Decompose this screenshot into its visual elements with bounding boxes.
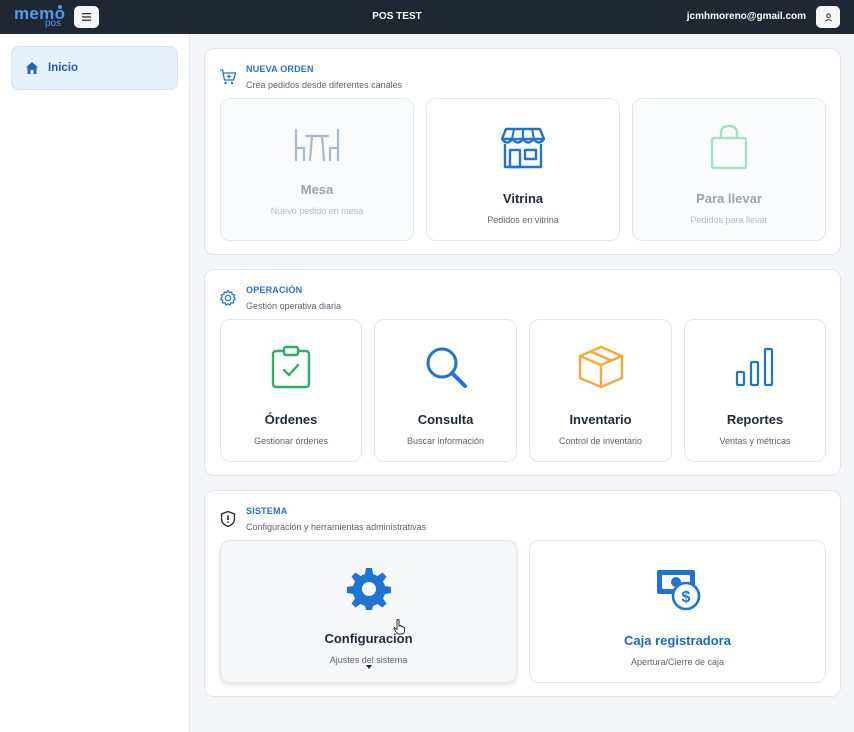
card-subtitle: Control de inventario [558, 436, 643, 446]
app-title: POS TEST [372, 11, 422, 22]
card-ordenes[interactable]: Órdenes Gestionar órdenes [220, 319, 362, 462]
section-subtitle: Gestión operativa diaria [246, 301, 342, 311]
home-icon [26, 62, 38, 74]
table-chairs-icon [294, 128, 340, 162]
sidebar: Inicio [0, 34, 190, 732]
card-title: Mesa [300, 182, 334, 197]
storefront-icon [500, 127, 546, 169]
caret-down-icon [366, 665, 372, 669]
section-title: SISTEMA [246, 506, 288, 516]
card-vitrina[interactable]: Vitrina Pedidos en vitrina [426, 98, 620, 241]
top-bar: memo pos POS TEST jcmhmoreno@gmail.com [0, 0, 854, 34]
section-subtitle: Configuración y herramientas administrat… [246, 522, 427, 532]
card-inventario[interactable]: Inventario Control de inventario [529, 319, 672, 462]
section-title: NUEVA ORDEN [246, 64, 314, 74]
user-email: jcmhmoreno@gmail.com [686, 11, 806, 22]
pointer-cursor-icon [393, 619, 405, 635]
card-title: Reportes [726, 412, 784, 427]
cash-register-icon: $ [656, 570, 700, 611]
search-icon [426, 347, 467, 388]
card-subtitle: Buscar información [406, 436, 485, 446]
card-title: Vitrina [502, 191, 544, 206]
section-sistema: SISTEMA Configuración y herramientas adm… [204, 490, 841, 697]
section-title: OPERACIÓN [246, 285, 303, 295]
user-icon [824, 12, 832, 21]
gear-icon [219, 289, 237, 306]
card-subtitle: Pedidos para llevar [690, 215, 768, 225]
card-reportes[interactable]: Reportes Ventas y métricas [684, 319, 826, 462]
card-title: Inventario [569, 412, 632, 427]
card-subtitle: Pedidos en vitrina [487, 215, 559, 225]
cart-plus-icon [220, 69, 237, 85]
clipboard-check-icon [271, 345, 311, 389]
section-nueva-orden: NUEVA ORDEN Crea pedidos desde diferente… [204, 48, 841, 255]
card-mesa[interactable]: Mesa Nuevo pedido en mesa [220, 98, 414, 241]
card-subtitle: Ajustes del sistema [329, 655, 408, 665]
section-operacion: OPERACIÓN Gestión operativa diaria Órden… [204, 269, 841, 476]
card-para-llevar[interactable]: Para llevar Pedidos para llevar [632, 98, 826, 241]
card-subtitle: Nuevo pedido en mesa [270, 206, 364, 216]
sidebar-item-inicio[interactable]: Inicio [11, 46, 178, 90]
card-title: Configuracion [324, 631, 413, 646]
card-subtitle: Gestionar órdenes [253, 436, 329, 446]
bar-chart-icon [735, 347, 774, 387]
section-subtitle: Crea pedidos desde diferentes canales [246, 80, 403, 90]
logo-dot [58, 5, 62, 9]
card-configuracion[interactable]: Configuracion Ajustes del sistema [220, 540, 517, 683]
svg-text:$: $ [681, 589, 690, 606]
gear-icon [346, 568, 391, 610]
sidebar-item-label: Inicio [48, 62, 79, 74]
user-button[interactable] [816, 6, 840, 28]
card-title: Para llevar [696, 191, 762, 206]
card-title: Órdenes [264, 412, 318, 427]
card-title: Consulta [417, 412, 474, 427]
box-icon [578, 345, 623, 389]
shopping-bag-icon [710, 124, 748, 170]
card-title: Caja registradora [624, 633, 731, 648]
card-subtitle: Apertura/Cierre de caja [630, 657, 725, 667]
card-consulta[interactable]: Consulta Buscar información [374, 319, 517, 462]
shield-icon [220, 510, 236, 528]
card-caja-registradora[interactable]: $ Caja registradora Apertura/Cierre de c… [529, 540, 826, 683]
card-subtitle: Ventas y métricas [719, 436, 791, 446]
